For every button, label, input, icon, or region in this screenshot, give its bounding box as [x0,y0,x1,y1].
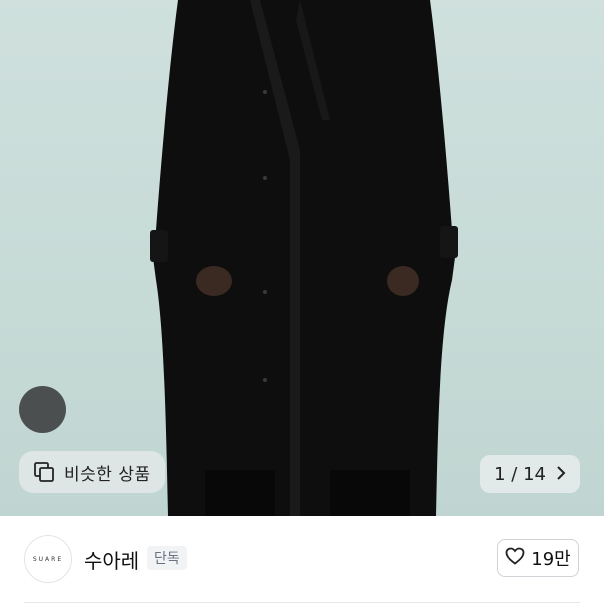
pager-text: 1 / 14 [494,463,546,485]
exclusive-badge: 단독 [147,546,187,570]
color-option-button[interactable] [19,386,66,433]
copy-squares-icon [33,461,55,483]
seller-logo[interactable]: SUARE [24,535,72,583]
seller-logo-text: SUARE [32,555,64,563]
divider [24,602,580,603]
similar-products-label: 비슷한 상품 [64,464,151,485]
seller-name[interactable]: 수아레 [84,545,139,574]
image-pager[interactable]: 1 / 14 [480,455,580,493]
chevron-right-icon [556,465,566,484]
coat-photo [150,0,458,516]
like-count: 19만 [531,549,571,570]
similar-products-button[interactable]: 비슷한 상품 [19,451,165,493]
heart-icon [505,547,525,569]
product-image[interactable] [0,0,604,516]
like-button[interactable]: 19만 [497,539,579,577]
